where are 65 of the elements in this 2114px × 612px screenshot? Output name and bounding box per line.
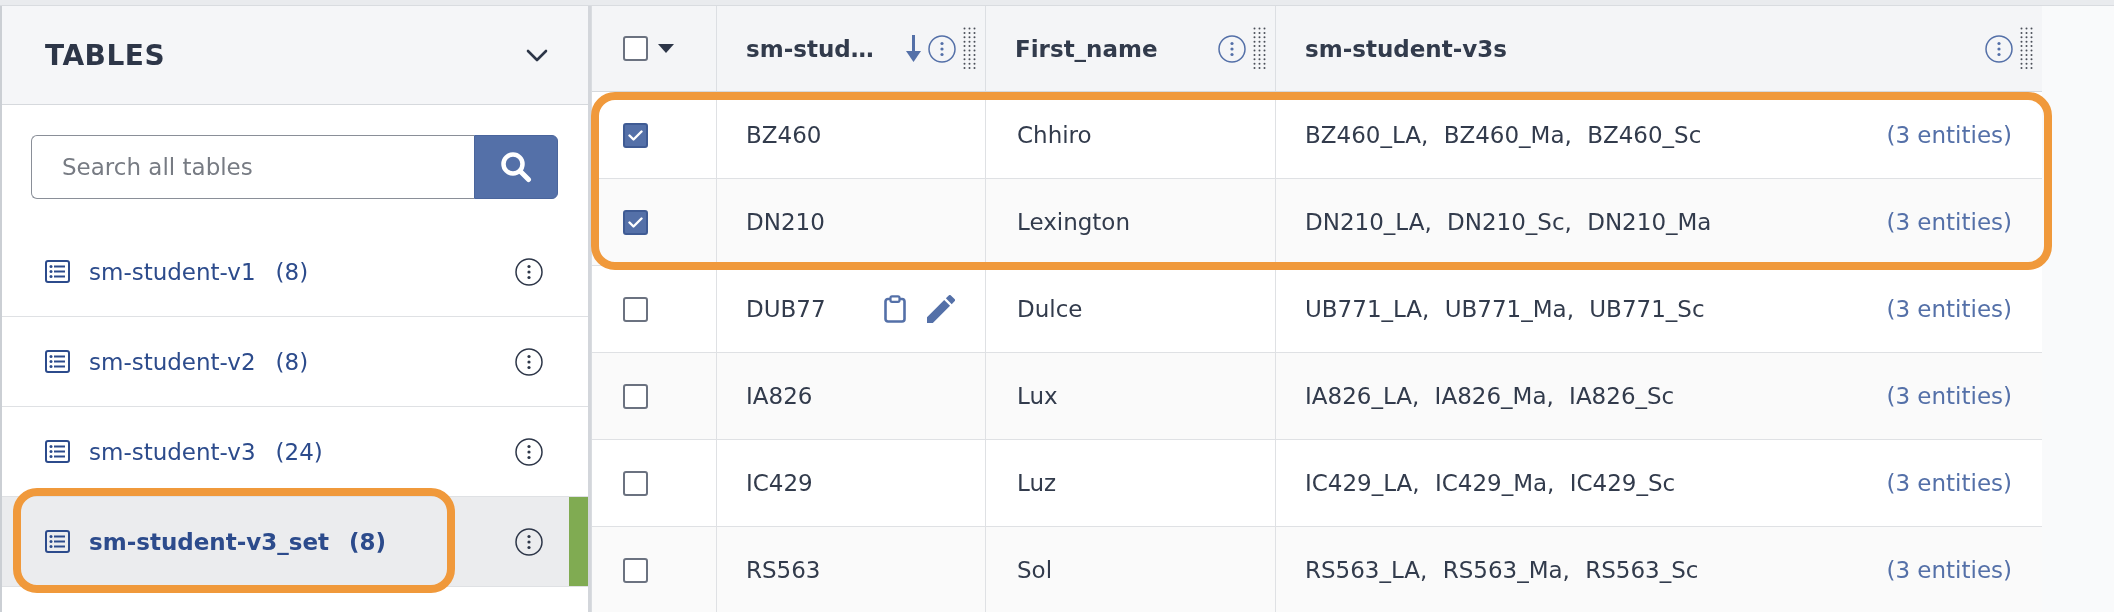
more-options-icon[interactable]: [515, 257, 543, 286]
sidebar-title: TABLES: [45, 38, 166, 72]
row-checkbox[interactable]: [623, 122, 648, 148]
search-icon: [500, 151, 532, 183]
row-checkbox[interactable]: [623, 296, 648, 322]
entity-list: IC429_LA, IC429_Ma, IC429_Sc: [1305, 470, 1676, 496]
first-name: Lexington: [1017, 209, 1130, 235]
entities-link[interactable]: (3 entities): [1886, 209, 2012, 235]
list-icon: [45, 350, 70, 373]
first-name: Luz: [1017, 470, 1057, 496]
table-name: sm-student-v3: [89, 438, 256, 465]
row-count: (8): [275, 258, 309, 285]
sidebar-item[interactable]: sm-student-v3_set (8): [2, 497, 588, 587]
arrow-down-icon[interactable]: [906, 35, 921, 62]
caret-down-icon[interactable]: [658, 44, 674, 53]
drag-handle-icon[interactable]: [963, 27, 976, 70]
entities-link[interactable]: (3 entities): [1886, 383, 2012, 409]
first-name: Dulce: [1017, 296, 1083, 322]
column-title: sm-student-v3s: [1305, 35, 1507, 62]
row-count: (8): [275, 348, 309, 375]
check-icon: [628, 129, 643, 141]
first-name: Lux: [1017, 383, 1058, 409]
search-button[interactable]: [474, 135, 558, 199]
clipboard-icon[interactable]: [884, 295, 906, 323]
row-count: (8): [349, 528, 387, 555]
row-count: (24): [275, 438, 323, 465]
row-checkbox[interactable]: [623, 209, 648, 235]
entity-list: UB771_LA, UB771_Ma, UB771_Sc: [1305, 296, 1705, 322]
student-id: IA826: [746, 383, 813, 409]
list-icon: [45, 530, 70, 553]
student-id: DUB77: [746, 296, 826, 322]
chevron-down-icon[interactable]: [526, 48, 548, 62]
column-title: First_name: [1015, 35, 1158, 62]
entity-list: IA826_LA, IA826_Ma, IA826_Sc: [1305, 383, 1675, 409]
pencil-icon[interactable]: [927, 295, 955, 323]
first-name: Sol: [1017, 557, 1053, 583]
entity-list: RS563_LA, RS563_Ma, RS563_Sc: [1305, 557, 1699, 583]
check-icon: [628, 216, 643, 228]
entities-link[interactable]: (3 entities): [1886, 122, 2012, 148]
more-options-icon[interactable]: [515, 437, 543, 466]
row-checkbox[interactable]: [623, 557, 648, 583]
first-name: Chhiro: [1017, 122, 1092, 148]
student-id: IC429: [746, 470, 813, 496]
drag-handle-icon[interactable]: [1253, 27, 1266, 70]
more-options-icon[interactable]: [515, 347, 543, 376]
entity-list: DN210_LA, DN210_Sc, DN210_Ma: [1305, 209, 1712, 235]
row-checkbox[interactable]: [623, 383, 648, 409]
row-checkbox[interactable]: [623, 470, 648, 496]
select-all-checkbox[interactable]: [623, 36, 648, 61]
entities-link[interactable]: (3 entities): [1886, 296, 2012, 322]
column-title: sm-stud…: [746, 35, 874, 62]
list-icon: [45, 260, 70, 283]
entity-list: BZ460_LA, BZ460_Ma, BZ460_Sc: [1305, 122, 1702, 148]
student-id: BZ460: [746, 122, 822, 148]
entities-link[interactable]: (3 entities): [1886, 470, 2012, 496]
student-id: RS563: [746, 557, 821, 583]
table-name: sm-student-v3_set: [89, 528, 330, 555]
entities-link[interactable]: (3 entities): [1886, 557, 2012, 583]
list-icon: [45, 440, 70, 463]
search-field[interactable]: Search all tables: [31, 135, 474, 199]
table-name: sm-student-v1: [89, 258, 256, 285]
more-options-icon[interactable]: [515, 527, 543, 556]
drag-handle-icon[interactable]: [2020, 27, 2033, 70]
student-id: DN210: [746, 209, 825, 235]
table-name: sm-student-v2: [89, 348, 256, 375]
